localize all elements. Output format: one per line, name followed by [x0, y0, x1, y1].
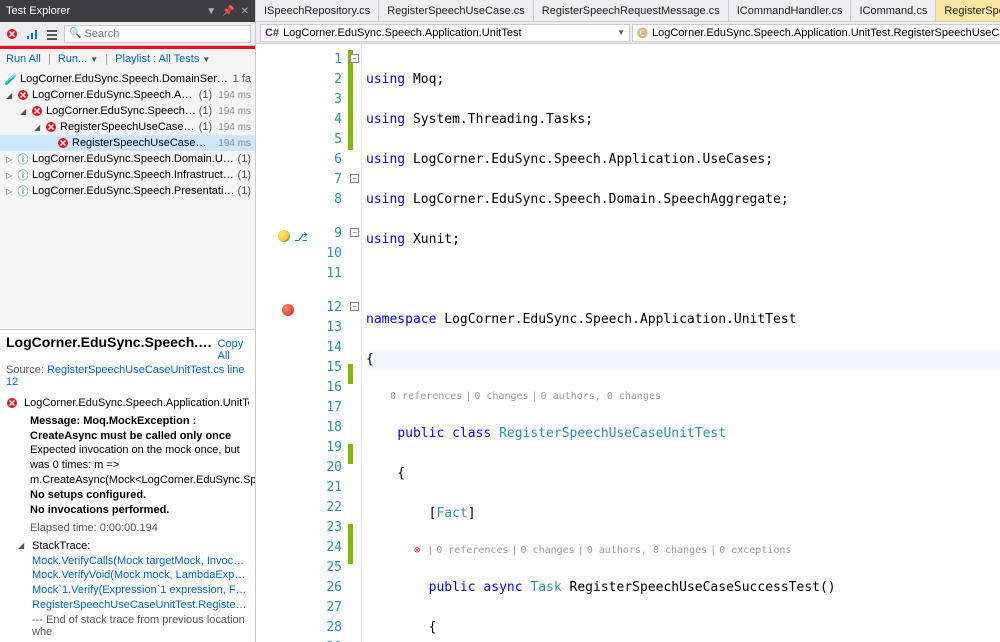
search-input[interactable] — [81, 28, 246, 40]
tab-active[interactable]: RegisterSpee — [936, 0, 1000, 21]
info-icon: ⓘ — [16, 184, 30, 198]
run-link[interactable]: Run... ▼ — [58, 53, 98, 65]
tab-icommandhandler[interactable]: ICommandHandler.cs — [729, 0, 852, 21]
test-source: Source: RegisterSpeechUseCaseUnitTest.cs… — [6, 364, 249, 388]
fail-icon — [30, 104, 44, 118]
test-full-name: LogCorner.EduSync.Speech.Application.Uni… — [6, 396, 249, 410]
expander-icon[interactable]: ◢ — [20, 107, 30, 116]
member-dropdown[interactable]: 🅒 LogCorner.EduSync.Speech.Application.U… — [632, 24, 1000, 42]
dropdown-icon[interactable]: ▼ — [206, 6, 216, 17]
fold-icon[interactable]: − — [350, 302, 359, 311]
info-icon: ⓘ — [16, 152, 30, 166]
stack-line[interactable]: Mock`1.Verify(Expression`1 expression, F… — [32, 583, 249, 598]
stack-line[interactable]: RegisterSpeechUseCaseUnitTest.RegisterSp… — [32, 598, 249, 613]
test-explorer-title: Test Explorer — [6, 5, 206, 17]
test-run-bar: Run All | Run... ▼ | Playlist : All Test… — [0, 49, 255, 69]
test-details-title: LogCorner.EduSync.Speech.Applicatio... — [6, 334, 218, 350]
test-explorer-titlebar: Test Explorer ▼ 📌 ✕ — [0, 0, 255, 22]
code-editor[interactable]: ⎇ 12345678 91011 12131415161718192021222… — [256, 44, 1000, 642]
fail-icon — [56, 136, 70, 150]
editor-tabs: ISpeechRepository.cs RegisterSpeechUseCa… — [256, 0, 1000, 22]
copy-all-link[interactable]: Copy All — [218, 338, 249, 362]
error-icon: ⊗ — [414, 545, 420, 556]
code-content[interactable]: using Moq; using System.Threading.Tasks;… — [362, 44, 1000, 642]
breakpoint-gutter[interactable]: ⎇ — [256, 44, 308, 642]
tree-node-selected[interactable]: RegisterSpeechUseCaseSuccess... 194 ms — [0, 135, 255, 151]
analyze-icon[interactable] — [24, 26, 40, 42]
expander-icon[interactable]: ▷ — [6, 155, 16, 164]
stack-trace: ◢ StackTrace: Mock.VerifyCalls(Mock targ… — [18, 540, 249, 638]
fail-icon — [44, 120, 58, 134]
project-dropdown[interactable]: C# LogCorner.EduSync.Speech.Application.… — [260, 24, 630, 42]
editor-area: ISpeechRepository.cs RegisterSpeechUseCa… — [256, 0, 1000, 642]
tab-registerspeechrequestmessage[interactable]: RegisterSpeechRequestMessage.cs — [534, 0, 729, 21]
fail-filter-icon[interactable] — [4, 26, 20, 42]
expander-icon[interactable]: ◢ — [34, 123, 44, 132]
chevron-down-icon: ▼ — [617, 28, 625, 37]
tree-node[interactable]: ◢ LogCorner.EduSync.Speech.Applica... (1… — [0, 87, 255, 103]
tree-node[interactable]: ◢ LogCorner.EduSync.Speech.Appl... (1) 1… — [0, 103, 255, 119]
expander-icon[interactable]: ◢ — [6, 91, 16, 100]
fold-icon[interactable]: − — [350, 228, 359, 237]
test-message: Message: Moq.MockException : CreateAsync… — [30, 414, 249, 518]
tab-registerspeechusecase[interactable]: RegisterSpeechUseCase.cs — [379, 0, 534, 21]
tree-node[interactable]: ▷ ⓘ LogCorner.EduSync.Speech.Infrastruct… — [0, 167, 255, 183]
stack-line[interactable]: Mock.VerifyCalls(Mock targetMock, Invoca… — [32, 554, 249, 569]
class-icon: 🅒 — [637, 25, 648, 41]
test-tree: 🧪 LogCorner.EduSync.Speech.DomainService… — [0, 69, 255, 329]
tree-root[interactable]: 🧪 LogCorner.EduSync.Speech.DomainService… — [0, 71, 255, 87]
fold-gutter[interactable]: − − − − — [348, 44, 362, 642]
fail-icon — [6, 396, 18, 410]
expander-icon[interactable]: ◢ — [18, 541, 28, 550]
csharp-icon: C# — [265, 27, 279, 39]
fail-icon — [16, 88, 30, 102]
expander-icon[interactable]: ▷ — [6, 171, 16, 180]
close-icon[interactable]: ✕ — [241, 6, 249, 17]
test-search[interactable]: 🔍 — [64, 25, 251, 43]
line-numbers: 12345678 91011 1213141516171819202122232… — [308, 44, 348, 642]
playlist-link[interactable]: Playlist : All Tests ▼ — [115, 53, 210, 65]
codelens-indicator-icon[interactable] — [278, 230, 290, 242]
tab-ispeechrepository[interactable]: ISpeechRepository.cs — [256, 0, 379, 21]
search-icon: 🔍 — [69, 28, 81, 39]
info-icon: ⓘ — [16, 168, 30, 182]
fold-icon[interactable]: − — [350, 174, 359, 183]
pin-icon[interactable]: 📌 — [222, 6, 234, 17]
run-all-link[interactable]: Run All — [6, 53, 41, 65]
tree-node[interactable]: ▷ ⓘ LogCorner.EduSync.Speech.Presentatio… — [0, 183, 255, 199]
flask-icon: 🧪 — [4, 72, 18, 86]
stack-end: --- End of stack trace from previous loc… — [32, 614, 249, 638]
tab-icommand[interactable]: ICommand.cs — [851, 0, 936, 21]
group-icon[interactable] — [44, 26, 60, 42]
expander-icon[interactable]: ▷ — [6, 187, 16, 196]
fold-icon[interactable]: − — [350, 54, 359, 63]
tree-node[interactable]: ▷ ⓘ LogCorner.EduSync.Speech.Domain.Unit… — [0, 151, 255, 167]
branch-icon[interactable]: ⎇ — [294, 230, 308, 244]
elapsed-time: Elapsed time: 0:00:00.194 — [30, 522, 249, 534]
editor-navbar: C# LogCorner.EduSync.Speech.Application.… — [256, 22, 1000, 44]
stack-line[interactable]: Mock.VerifyVoid(Mock mock, LambdaExpress… — [32, 568, 249, 583]
test-details: LogCorner.EduSync.Speech.Applicatio... C… — [0, 329, 255, 642]
test-explorer-toolbar: 🔍 — [0, 22, 255, 46]
test-explorer-panel: Test Explorer ▼ 📌 ✕ 🔍 Run All | Run... ▼… — [0, 0, 256, 642]
test-fail-indicator-icon[interactable] — [282, 304, 294, 316]
tree-node[interactable]: ◢ RegisterSpeechUseCaseUnitT... (1) 194 … — [0, 119, 255, 135]
